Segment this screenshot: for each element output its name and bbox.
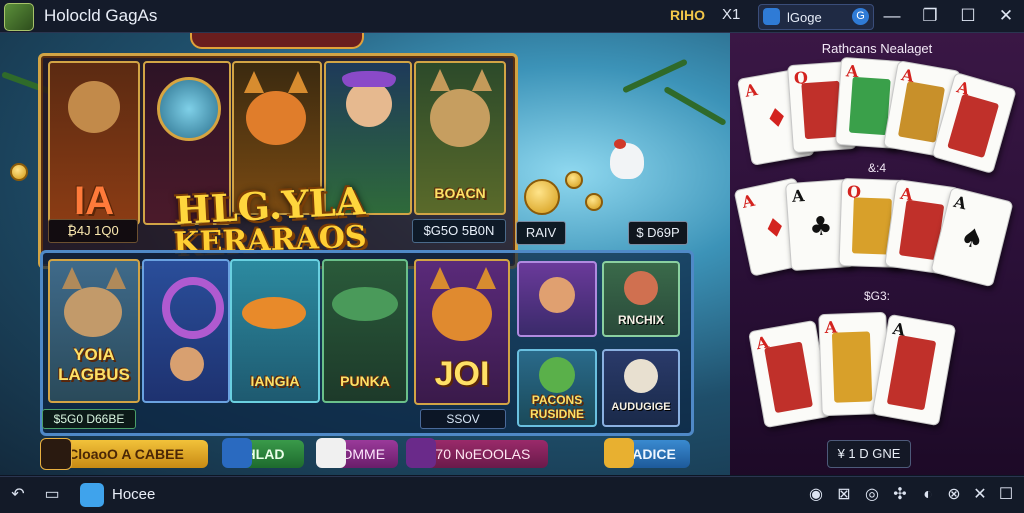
bottom-chip: SSOV xyxy=(420,409,506,429)
top-banner xyxy=(190,33,364,49)
hlad-button[interactable]: HLAD xyxy=(222,438,304,468)
tile-label: AUDUGIGE xyxy=(611,401,671,413)
status-close-button[interactable]: X1 xyxy=(722,6,740,23)
game-tile-ia[interactable]: IA xyxy=(48,61,140,225)
tile-label: IANGIA xyxy=(250,373,300,389)
cloaoo-cabee-button[interactable]: CloaoO A CABEE xyxy=(40,438,208,470)
witch-character xyxy=(346,81,392,127)
rabbit-character xyxy=(430,89,490,147)
tile-label: JOI xyxy=(434,355,490,393)
rabbit-character xyxy=(64,287,122,337)
tile-label: YOIA LAGBUS xyxy=(58,345,130,384)
gem-icon xyxy=(222,438,252,468)
ninja-character xyxy=(624,359,658,393)
card-row-label: $G3: xyxy=(863,289,890,303)
minimize-button[interactable]: — xyxy=(880,4,904,28)
window-titlebar: Holocld GagAs RIHO X1 G — ❐ ☐ ✕ xyxy=(0,0,1024,33)
home-icon[interactable]: ▭ xyxy=(42,485,62,505)
game-tile-rnchix[interactable]: RNCHIX xyxy=(602,261,680,337)
game-tile-audugige[interactable]: AUDUGIGE xyxy=(602,349,680,427)
tile-label: PUNKA xyxy=(340,373,390,389)
fish-character xyxy=(242,297,306,329)
maximize-button[interactable]: ☐ xyxy=(956,4,980,28)
game-tile-yoia[interactable]: YOIA LAGBUS xyxy=(48,259,140,403)
mouse-character xyxy=(170,347,204,381)
price-chip: ₿4J 1Q0 xyxy=(48,219,138,243)
side-chip: RAIV xyxy=(516,221,566,245)
app-taskbar-icon[interactable] xyxy=(80,483,104,507)
swirl-icon xyxy=(162,277,224,339)
restore-button[interactable]: ❐ xyxy=(918,4,942,28)
close-window-button[interactable]: ✕ xyxy=(994,4,1018,28)
tile-label: PACONS RUSIDNE xyxy=(529,393,584,421)
tray-location-icon[interactable]: ◎ xyxy=(862,485,882,505)
taskbar-app-label: Hocee xyxy=(112,486,156,503)
game-tile-punka[interactable]: PUNKA xyxy=(322,259,408,403)
clock-icon xyxy=(157,77,221,141)
tile-label: IA xyxy=(74,179,114,223)
fomme-button[interactable]: FOMME xyxy=(316,438,398,468)
search-box[interactable]: G xyxy=(758,4,874,30)
tray-screenshot-icon[interactable]: ⊠ xyxy=(834,485,854,505)
game-stage: IA ₿4J 1Q0 BOACN $G5O 5B0N HLG.YLA KERAR… xyxy=(0,33,730,475)
seagull-character xyxy=(610,139,644,179)
palm-leaf xyxy=(622,58,688,94)
card-panel-title: Rathcans Nealaget xyxy=(821,41,933,56)
game-tile-purple-swirl[interactable] xyxy=(142,259,230,403)
fox-character xyxy=(432,287,492,341)
button-label: $70 NoEOOLAS xyxy=(427,446,531,462)
tray-network-icon[interactable]: ◉ xyxy=(806,485,826,505)
status-label: RIHO xyxy=(670,7,705,23)
game-tile-ianga[interactable]: IANGIA xyxy=(230,259,320,403)
card-panel: Rathcans Nealaget &:4 $G3: A ♦ Q A A A A ♦… xyxy=(730,33,1024,475)
monster-character xyxy=(539,357,575,393)
tray-volume-icon[interactable]: ◐ xyxy=(918,485,938,505)
side-chip: $ D69P xyxy=(628,221,688,245)
pirate-character xyxy=(624,271,658,305)
tray-window-icon[interactable]: ☐ xyxy=(996,485,1016,505)
coin-icon xyxy=(585,193,603,211)
tile-label: RNCHIX xyxy=(617,313,664,327)
window-title: Holocld GagAs xyxy=(44,6,158,25)
bottom-chip: $5G0 D66BE xyxy=(42,409,136,429)
tray-keyboard-icon[interactable]: ⊗ xyxy=(944,485,964,505)
tray-close-icon[interactable]: ✕ xyxy=(970,485,990,505)
search-go-icon[interactable]: G xyxy=(852,8,869,25)
palm-leaf xyxy=(663,85,727,127)
sword-icon xyxy=(40,438,72,470)
game-tile-boacn[interactable]: BOACN xyxy=(414,61,506,215)
hat-icon xyxy=(342,71,396,87)
card-action-button[interactable]: ¥ 1 D GNE xyxy=(827,440,911,468)
back-icon[interactable]: ↶ xyxy=(8,485,28,505)
coin-icon[interactable] xyxy=(524,179,560,215)
tile-label: BOACN xyxy=(434,185,486,201)
wizard-character xyxy=(539,277,575,313)
game-tile-wizard[interactable] xyxy=(517,261,597,337)
ghost-icon xyxy=(316,438,346,468)
fish-character xyxy=(332,287,398,321)
price-chip: $G5O 5B0N xyxy=(412,219,506,243)
crown-icon xyxy=(604,438,634,468)
search-input[interactable] xyxy=(785,8,851,27)
game-tile-pacons[interactable]: PACONS RUSIDNE xyxy=(517,349,597,427)
character-portrait xyxy=(68,81,120,133)
tray-settings-icon[interactable]: ✣ xyxy=(890,485,910,505)
noeoolas-button[interactable]: $70 NoEOOLAS xyxy=(406,438,548,468)
fox-character xyxy=(246,91,306,145)
app-logo-icon xyxy=(4,3,34,31)
game-tile-joi[interactable]: JOI xyxy=(414,259,510,405)
hadice-button[interactable]: HADICE xyxy=(604,438,690,468)
hero-icon xyxy=(406,438,436,468)
coin-icon xyxy=(565,171,583,189)
taskbar: ↶ ▭ Hocee ◉ ⊠ ◎ ✣ ◐ ⊗ ✕ ☐ xyxy=(0,476,1024,513)
search-app-icon xyxy=(763,8,780,25)
button-label: CloaoO A CABEE xyxy=(68,446,184,462)
coin-icon xyxy=(10,163,28,181)
